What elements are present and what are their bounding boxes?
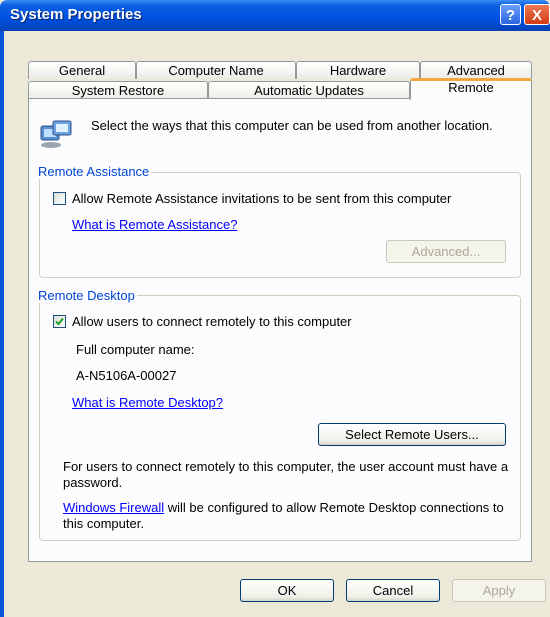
remote-assistance-group-label: Remote Assistance bbox=[36, 164, 152, 179]
advanced-button[interactable]: Advanced... bbox=[386, 240, 506, 263]
window-title: System Properties bbox=[10, 6, 142, 23]
tab-hardware[interactable]: Hardware bbox=[296, 61, 420, 79]
intro-text: Select the ways that this computer can b… bbox=[91, 118, 493, 133]
remote-assistance-checkbox[interactable] bbox=[53, 192, 66, 205]
cancel-button[interactable]: Cancel bbox=[346, 579, 440, 602]
full-computer-name-value: A-N5106A-00027 bbox=[76, 368, 177, 383]
tab-general[interactable]: General bbox=[28, 61, 136, 79]
window-frame-left bbox=[0, 31, 4, 617]
apply-button[interactable]: Apply bbox=[452, 579, 546, 602]
remote-desktop-checkbox-label[interactable]: Allow users to connect remotely to this … bbox=[72, 314, 352, 329]
select-remote-users-button[interactable]: Select Remote Users... bbox=[318, 423, 506, 446]
close-button[interactable]: X bbox=[524, 4, 550, 25]
help-button[interactable]: ? bbox=[500, 4, 521, 25]
tab-automatic-updates[interactable]: Automatic Updates bbox=[208, 81, 410, 99]
checkmark-icon bbox=[55, 317, 64, 326]
remote-assistance-checkbox-label[interactable]: Allow Remote Assistance invitations to b… bbox=[72, 191, 451, 206]
remote-desktop-group-label: Remote Desktop bbox=[36, 288, 137, 303]
tab-system-restore[interactable]: System Restore bbox=[28, 81, 208, 99]
full-computer-name-label: Full computer name: bbox=[76, 342, 195, 357]
tab-advanced[interactable]: Advanced bbox=[420, 61, 532, 79]
system-properties-window: System Properties ? X General Computer N… bbox=[0, 0, 550, 617]
tab-remote[interactable]: Remote bbox=[410, 78, 532, 100]
windows-firewall-link[interactable]: Windows Firewall bbox=[63, 500, 164, 515]
computer-network-icon bbox=[40, 120, 72, 148]
password-note: For users to connect remotely to this co… bbox=[63, 459, 509, 490]
what-is-remote-desktop-link[interactable]: What is Remote Desktop? bbox=[72, 395, 223, 410]
tab-computer-name[interactable]: Computer Name bbox=[136, 61, 296, 79]
what-is-remote-assistance-link[interactable]: What is Remote Assistance? bbox=[72, 217, 237, 232]
ok-button[interactable]: OK bbox=[240, 579, 334, 602]
firewall-note: Windows Firewall will be configured to a… bbox=[63, 500, 513, 532]
title-bar[interactable]: System Properties ? X bbox=[0, 0, 550, 31]
remote-desktop-checkbox[interactable] bbox=[53, 315, 66, 328]
